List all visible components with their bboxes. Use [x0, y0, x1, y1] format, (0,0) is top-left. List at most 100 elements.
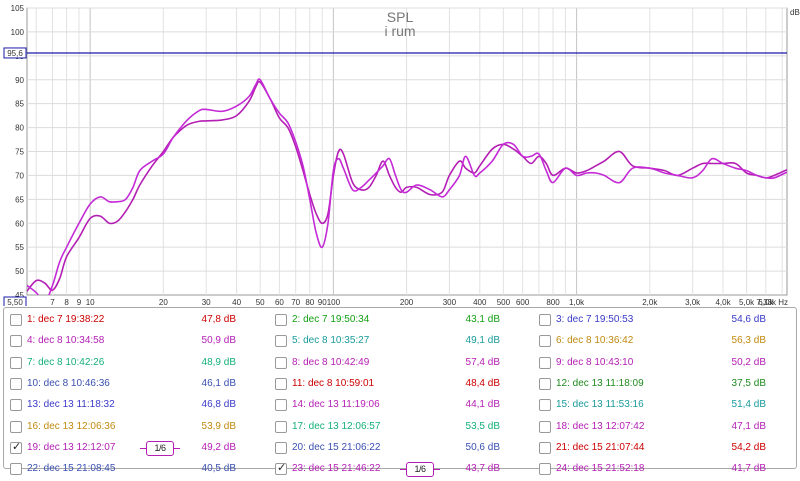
y-tick-label: 75: [15, 148, 24, 157]
y-tick-label: 65: [15, 195, 24, 204]
chart-subtitle: i rum: [384, 23, 415, 39]
legend-checkbox[interactable]: [539, 399, 551, 412]
legend-checkbox[interactable]: [10, 440, 22, 454]
legend-item[interactable]: 1: dec 7 19:38:22 47,8 dB: [10, 310, 236, 332]
legend-checkbox[interactable]: [539, 377, 551, 390]
legend-checkbox[interactable]: [539, 356, 551, 369]
x-tick-label: 7: [50, 298, 55, 306]
legend-value: 50,6 dB: [465, 441, 500, 453]
legend-checkbox[interactable]: [275, 441, 287, 454]
legend-label: 18: dec 13 12:07:42: [556, 420, 645, 432]
spl-chart[interactable]: 5055606570758085909510010545dB7891020304…: [0, 0, 800, 306]
legend-value: 44,1 dB: [465, 399, 500, 411]
legend-label: 14: dec 13 11:19:06: [292, 399, 380, 411]
legend-checkbox[interactable]: [539, 420, 551, 433]
legend-label: 7: dec 8 10:42:26: [27, 356, 105, 368]
legend-label: 23: dec 15 21:46:22: [292, 463, 381, 475]
legend-item[interactable]: 11: dec 8 10:59:01 48,4 dB: [275, 374, 500, 396]
legend-checkbox[interactable]: [10, 399, 22, 412]
legend-item[interactable]: 2: dec 7 19:50:34 43,1 dB: [275, 310, 500, 332]
legend-checkbox[interactable]: [275, 314, 287, 326]
legend-value: 51,4 dB: [731, 399, 766, 411]
legend-item[interactable]: 14: dec 13 11:19:06 44,1 dB: [275, 395, 500, 417]
legend-checkbox[interactable]: [10, 463, 22, 476]
legend-item[interactable]: 23: dec 15 21:46:22 1/6 43,7 dB: [275, 459, 500, 481]
legend-item[interactable]: 5: dec 8 10:35:27 49,1 dB: [275, 331, 500, 353]
legend-item[interactable]: 13: dec 13 11:18:32 46,8 dB: [10, 395, 236, 417]
smoothing-label: 1/6: [154, 442, 166, 453]
legend-value: 53,5 dB: [465, 420, 500, 432]
x-tick-label: 100: [327, 298, 341, 306]
legend-value: 37,5 dB: [731, 377, 766, 389]
legend-checkbox[interactable]: [10, 356, 22, 369]
cursor-level-label: 95,6: [7, 49, 23, 58]
x-tick-label: 500: [497, 298, 511, 306]
legend-label: 19: dec 13 12:12:07: [27, 441, 116, 453]
x-tick-label: 3,0k: [685, 298, 701, 306]
legend-item[interactable]: 17: dec 13 12:06:57 53,5 dB: [275, 417, 500, 439]
legend-checkbox[interactable]: [275, 335, 287, 348]
legend-item[interactable]: 24: dec 15 21:52:18 41,7 dB: [539, 459, 766, 481]
legend-item[interactable]: 20: dec 15 21:06:22 50,6 dB: [275, 438, 500, 460]
legend-value: 43,1 dB: [465, 314, 500, 325]
legend-item[interactable]: 12: dec 13 11:18:09 37,5 dB: [539, 374, 766, 396]
legend-value: 50,9 dB: [201, 335, 236, 347]
legend-item[interactable]: 6: dec 8 10:36:42 56,3 dB: [539, 331, 766, 353]
smoothing-indicator[interactable]: 1/6: [400, 462, 440, 478]
legend-value: 41,7 dB: [731, 463, 766, 475]
legend-label: 6: dec 8 10:36:42: [556, 335, 634, 347]
y-tick-label: 80: [15, 124, 24, 133]
legend-checkbox[interactable]: [275, 461, 287, 476]
smoothing-indicator[interactable]: 1/6: [140, 440, 180, 456]
x-readout-label: 5,50: [7, 298, 23, 306]
legend-checkbox[interactable]: [539, 314, 551, 326]
y-tick-label: 60: [15, 219, 24, 228]
legend-item[interactable]: 18: dec 13 12:07:42 47,1 dB: [539, 417, 766, 439]
legend-value: 46,1 dB: [201, 377, 236, 389]
legend-checkbox[interactable]: [10, 314, 22, 326]
legend-item[interactable]: 9: dec 8 10:43:10 50,2 dB: [539, 353, 766, 375]
legend-item[interactable]: 16: dec 13 12:06:36 53,9 dB: [10, 417, 236, 439]
legend-item[interactable]: 15: dec 13 11:53:16 51,4 dB: [539, 395, 766, 417]
x-tick-label: 70: [291, 298, 300, 306]
legend-checkbox[interactable]: [10, 420, 22, 433]
x-tick-label: 20: [159, 298, 168, 306]
chart-canvas[interactable]: 5055606570758085909510010545dB7891020304…: [0, 0, 800, 306]
legend-item[interactable]: 19: dec 13 12:12:07 1/6 49,2 dB: [10, 438, 236, 460]
legend-checkbox[interactable]: [539, 441, 551, 454]
y-tick-label: 100: [11, 28, 25, 37]
x-tick-label: 9: [77, 298, 82, 306]
legend-value: 56,3 dB: [731, 335, 766, 347]
x-tick-label: 5,0k: [739, 298, 755, 306]
legend-item[interactable]: 7: dec 8 10:42:26 48,9 dB: [10, 353, 236, 375]
legend-item[interactable]: 10: dec 8 10:46:36 46,1 dB: [10, 374, 236, 396]
legend-checkbox[interactable]: [539, 463, 551, 476]
x-tick-label: 2,0k: [642, 298, 658, 306]
y-tick-label: 90: [15, 76, 24, 85]
legend-label: 22: dec 15 21:08:45: [27, 463, 116, 475]
legend-checkbox[interactable]: [10, 335, 22, 348]
legend-checkbox[interactable]: [275, 377, 287, 390]
legend-checkbox[interactable]: [275, 399, 287, 412]
x-tick-label: 400: [473, 298, 487, 306]
x-tick-label: 600: [516, 298, 530, 306]
legend-item[interactable]: 4: dec 8 10:34:58 50,9 dB: [10, 331, 236, 353]
x-tick-label: 200: [400, 298, 414, 306]
legend-checkbox[interactable]: [275, 420, 287, 433]
legend-value: 53,9 dB: [201, 420, 236, 432]
x-tick-label: 60: [275, 298, 284, 306]
x-tick-label: 80: [305, 298, 314, 306]
legend-label: 3: dec 7 19:50:53: [556, 314, 634, 325]
legend-item[interactable]: 21: dec 15 21:07:44 54,2 dB: [539, 438, 766, 460]
legend-item[interactable]: 8: dec 8 10:42:49 57,4 dB: [275, 353, 500, 375]
x-tick-label: 50: [256, 298, 265, 306]
legend-checkbox[interactable]: [10, 377, 22, 390]
x-tick-label: 8: [64, 298, 69, 306]
legend-label: 5: dec 8 10:35:27: [292, 335, 370, 347]
legend-checkbox[interactable]: [275, 356, 287, 369]
legend-item[interactable]: 3: dec 7 19:50:53 54,6 dB: [539, 310, 766, 332]
y-tick-label: 105: [11, 4, 25, 13]
legend-item[interactable]: 22: dec 15 21:08:45 40,5 dB: [10, 459, 236, 481]
legend-checkbox[interactable]: [539, 335, 551, 348]
legend-value: 54,6 dB: [731, 314, 766, 325]
